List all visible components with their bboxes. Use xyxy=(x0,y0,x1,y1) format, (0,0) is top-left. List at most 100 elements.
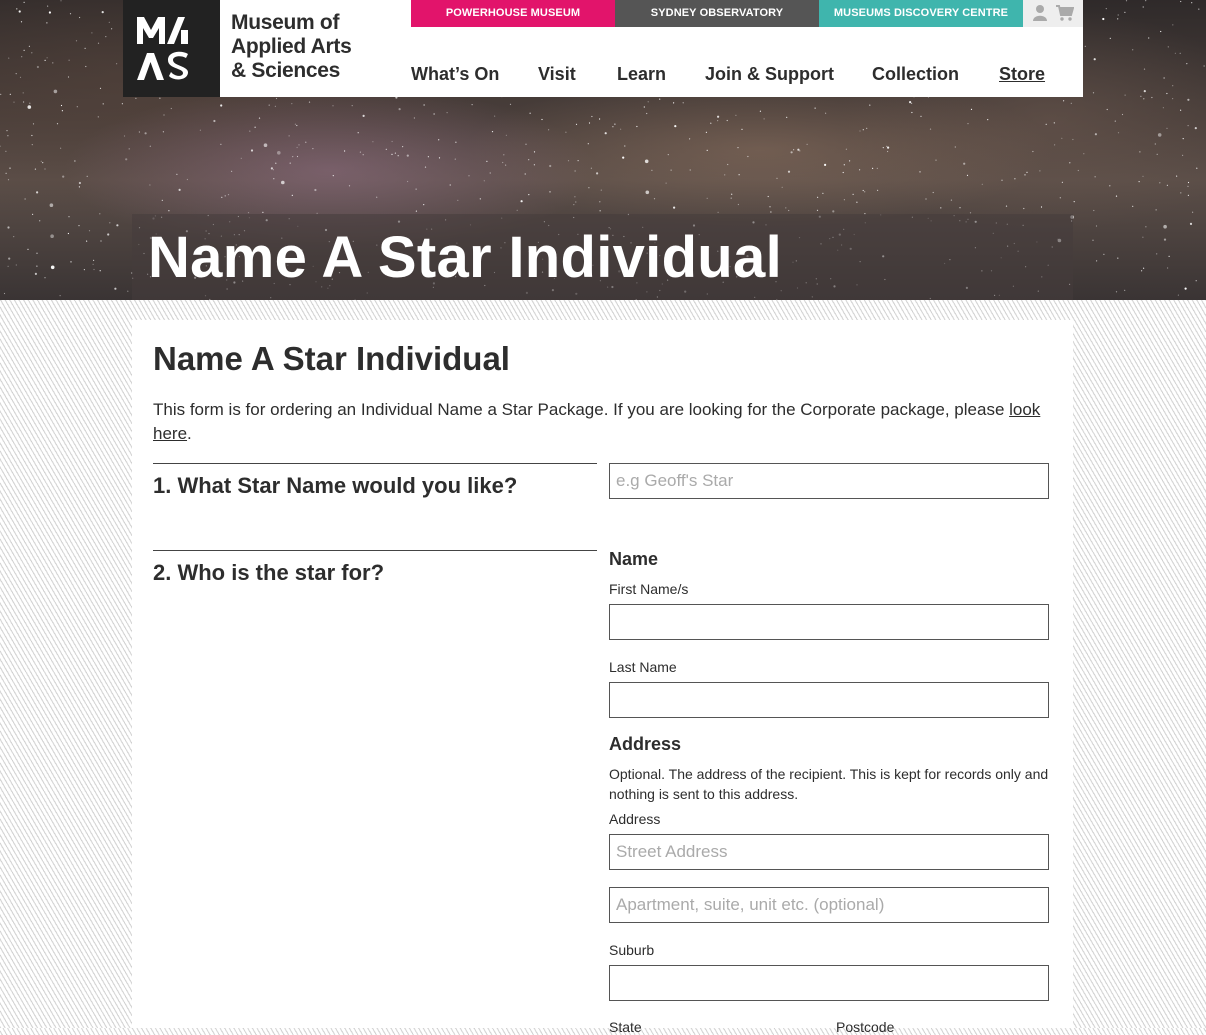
apartment-input[interactable] xyxy=(609,887,1049,923)
star-dot xyxy=(763,118,765,120)
star-dot xyxy=(281,180,285,185)
star-dot xyxy=(567,160,570,162)
suburb-input[interactable] xyxy=(609,965,1049,1001)
star-dot xyxy=(682,102,684,104)
star-dot xyxy=(1125,0,1128,2)
star-dot xyxy=(1083,153,1085,155)
star-dot xyxy=(651,169,653,171)
star-dot xyxy=(1167,267,1169,269)
star-dot xyxy=(643,106,645,108)
star-dot xyxy=(1102,17,1105,21)
star-dot xyxy=(314,188,317,192)
star-dot xyxy=(394,152,396,154)
star-dot xyxy=(825,112,827,114)
star-dot xyxy=(724,174,726,176)
star-dot xyxy=(59,295,61,297)
nav-learn[interactable]: Learn xyxy=(617,64,666,85)
star-dot xyxy=(168,210,170,212)
powerhouse-museum-link[interactable]: POWERHOUSE MUSEUM xyxy=(411,0,615,27)
star-name-input[interactable] xyxy=(609,463,1049,499)
star-dot xyxy=(83,269,85,271)
star-dot xyxy=(86,175,88,177)
star-dot xyxy=(135,97,137,99)
sydney-observatory-link[interactable]: SYDNEY OBSERVATORY xyxy=(615,0,819,27)
nav-whats-on[interactable]: What’s On xyxy=(411,64,499,85)
star-dot xyxy=(645,190,650,195)
star-dot xyxy=(454,158,456,160)
address-note: Optional. The address of the recipient. … xyxy=(609,766,1049,802)
star-dot xyxy=(845,148,848,150)
star-dot xyxy=(224,195,226,197)
star-dot xyxy=(575,201,577,203)
star-dot xyxy=(85,65,87,68)
star-dot xyxy=(391,140,393,143)
star-dot xyxy=(925,198,927,200)
star-dot xyxy=(1114,120,1116,122)
star-dot xyxy=(351,105,353,107)
nav-visit[interactable]: Visit xyxy=(538,64,576,85)
star-dot xyxy=(49,203,54,207)
star-dot xyxy=(950,199,953,201)
last-name-input[interactable] xyxy=(609,682,1049,718)
hero-title: Name A Star Individual xyxy=(148,225,783,290)
star-dot xyxy=(832,210,835,213)
star-dot xyxy=(274,105,276,107)
brand-name[interactable]: Museum of Applied Arts & Sciences xyxy=(231,11,352,83)
star-dot xyxy=(296,146,298,149)
star-dot xyxy=(424,166,427,168)
star-dot xyxy=(759,110,762,112)
star-dot xyxy=(533,151,536,153)
star-dot xyxy=(46,57,48,59)
star-dot xyxy=(186,178,188,181)
street-address-input[interactable] xyxy=(609,834,1049,870)
star-dot xyxy=(1191,2,1193,4)
star-dot xyxy=(1070,102,1072,104)
star-dot xyxy=(47,5,49,7)
star-dot xyxy=(291,103,293,105)
star-dot xyxy=(588,187,590,189)
star-dot xyxy=(44,277,46,279)
star-dot xyxy=(163,114,165,116)
first-name-input[interactable] xyxy=(609,604,1049,640)
nav-collection[interactable]: Collection xyxy=(872,64,959,85)
star-dot xyxy=(457,199,459,201)
star-dot xyxy=(116,63,118,65)
star-dot xyxy=(1159,182,1161,184)
museums-discovery-centre-link[interactable]: MUSEUMS DISCOVERY CENTRE xyxy=(819,0,1023,27)
star-dot xyxy=(42,162,44,164)
nav-store[interactable]: Store xyxy=(999,64,1045,85)
star-dot xyxy=(176,173,178,175)
user-icon[interactable] xyxy=(1033,4,1047,22)
star-dot xyxy=(505,164,507,166)
star-dot xyxy=(125,158,128,161)
star-dot xyxy=(1059,197,1061,199)
star-dot xyxy=(199,129,201,131)
section-divider xyxy=(153,550,597,551)
star-dot xyxy=(8,57,10,59)
star-dot xyxy=(348,185,351,187)
star-dot xyxy=(856,201,858,203)
star-dot xyxy=(46,22,48,24)
star-dot xyxy=(13,101,15,103)
cart-icon[interactable] xyxy=(1056,4,1074,22)
star-dot xyxy=(406,154,409,157)
star-dot xyxy=(516,209,518,211)
star-dot xyxy=(599,201,601,203)
maas-logo[interactable] xyxy=(123,0,220,97)
star-dot xyxy=(1115,195,1118,197)
star-dot xyxy=(149,145,151,147)
star-dot xyxy=(1145,0,1147,2)
star-dot xyxy=(36,65,40,69)
star-dot xyxy=(273,178,275,180)
star-dot xyxy=(963,162,966,165)
star-dot xyxy=(966,174,969,176)
star-dot xyxy=(670,169,672,171)
star-dot xyxy=(1176,175,1178,177)
star-dot xyxy=(70,261,72,263)
nav-join-support[interactable]: Join & Support xyxy=(705,64,834,85)
star-dot xyxy=(525,143,527,145)
star-dot xyxy=(624,145,626,147)
star-dot xyxy=(1132,49,1134,51)
star-dot xyxy=(359,151,361,153)
star-dot xyxy=(1142,6,1144,8)
